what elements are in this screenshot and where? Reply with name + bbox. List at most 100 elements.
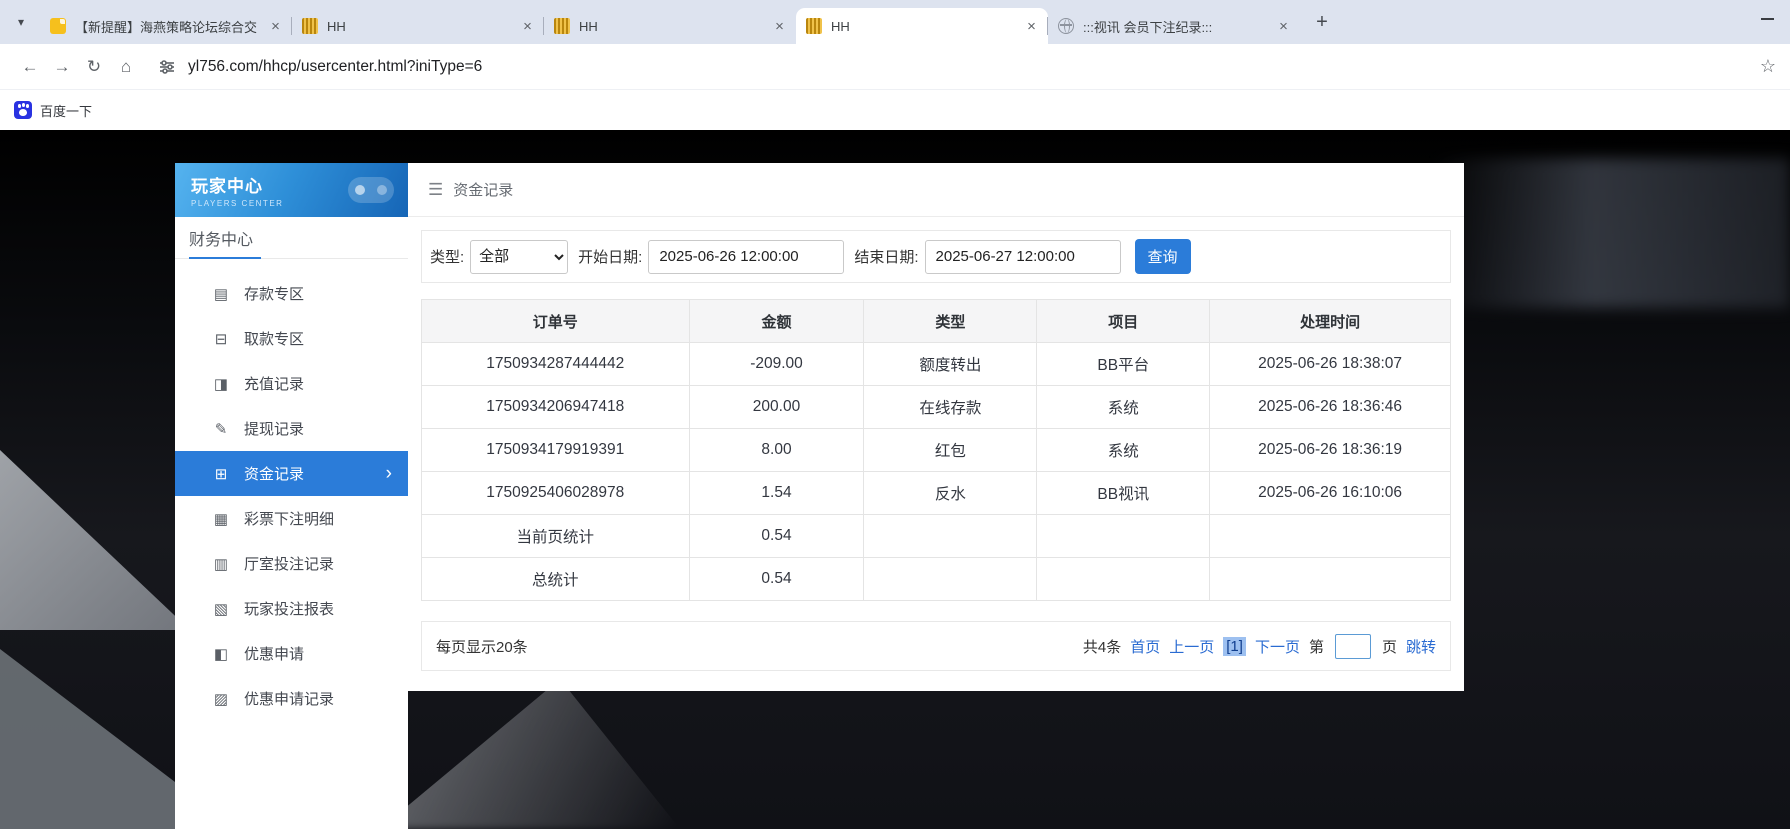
table-cell	[1037, 558, 1210, 601]
deposit-icon: ▤	[211, 285, 231, 303]
tab-close-icon[interactable]: ×	[267, 18, 284, 35]
type-select[interactable]: 全部	[470, 240, 568, 274]
tab-label: HH	[327, 19, 513, 34]
sidebar-item-hall-bet-record[interactable]: ▥厅室投注记录	[175, 541, 408, 586]
sidebar-item-recharge-record[interactable]: ◨ 充值记录	[175, 361, 408, 406]
browser-tab[interactable]: 【新提醒】海燕策略论坛综合交×	[40, 8, 292, 44]
table-row: 17509254060289781.54反水BB视讯2025-06-26 16:…	[422, 472, 1451, 515]
table-cell: 200.00	[689, 386, 864, 429]
browser-tab[interactable]: HH×	[796, 8, 1048, 44]
sidebar-item-withdraw-record[interactable]: ✎ 提现记录	[175, 406, 408, 451]
new-tab-button[interactable]: +	[1308, 8, 1336, 36]
sidebar-item-label: 彩票下注明细	[244, 508, 334, 529]
bookmark-star-icon[interactable]: ☆	[1760, 56, 1776, 77]
home-icon[interactable]: ⌂	[110, 57, 142, 77]
end-date-label: 结束日期:	[854, 246, 918, 267]
table-cell: 系统	[1037, 429, 1210, 472]
bookmark-label: 百度一下	[40, 101, 92, 120]
first-page-link[interactable]: 首页	[1130, 636, 1160, 657]
forward-icon[interactable]: →	[46, 57, 78, 77]
player-center-panel: 玩家中心 PLAYERS CENTER 财务中心 ▤存款专区⊟取款专区◨充值记录…	[175, 163, 1464, 829]
jump-button[interactable]: 跳转	[1406, 636, 1436, 657]
baidu-icon	[14, 101, 32, 119]
jump-suffix-label: 页	[1382, 636, 1397, 657]
sidebar-menu: ▤ 存款专区 ⊟ 取款专区 ◨ 充值记录 ✎ 提现记录 ⊞资金记录› ▦ 彩票下注明细 ▥厅室投注记录…	[175, 259, 408, 721]
table-header-cell: 订单号	[422, 300, 690, 343]
sidebar-item-label: 厅室投注记录	[244, 553, 334, 574]
end-date-input[interactable]	[925, 240, 1121, 274]
table-cell: 额度转出	[864, 343, 1037, 386]
filter-bar: 类型: 全部 开始日期: 结束日期: 查询	[421, 230, 1451, 283]
sidebar-item-label: 取款专区	[244, 328, 304, 349]
sidebar-item-label: 存款专区	[244, 283, 304, 304]
tab-search-button[interactable]: ▾	[8, 9, 34, 35]
tab-strip-tabs: 【新提醒】海燕策略论坛综合交×HH×HH×HH×:::视讯 会员下注纪录:::×	[40, 8, 1300, 44]
player-bet-report-icon: ▧	[211, 600, 231, 618]
table-cell	[1037, 515, 1210, 558]
table-row: 1750934287444442-209.00额度转出BB平台2025-06-2…	[422, 343, 1451, 386]
table-cell: 总统计	[422, 558, 690, 601]
gold-logo-icon	[302, 18, 318, 34]
url-text[interactable]: yl756.com/hhcp/usercenter.html?iniType=6	[188, 58, 482, 76]
start-date-input[interactable]	[648, 240, 844, 274]
table-cell: 2025-06-26 18:36:19	[1210, 429, 1451, 472]
sidebar-item-player-bet-report[interactable]: ▧玩家投注报表	[175, 586, 408, 631]
table-row: 17509341799193918.00红包系统2025-06-26 18:36…	[422, 429, 1451, 472]
sidebar-item-funds-record[interactable]: ⊞资金记录›	[175, 451, 408, 496]
pagination-bar: 每页显示20条 共4条 首页 上一页 [1] 下一页 第 页 跳转	[421, 621, 1451, 671]
total-count-label: 共4条	[1083, 636, 1121, 657]
sidebar-item-deposit[interactable]: ▤ 存款专区	[175, 271, 408, 316]
sidebar-item-label: 提现记录	[244, 418, 304, 439]
back-icon[interactable]: ←	[14, 57, 46, 77]
background-wedge	[0, 380, 190, 630]
search-button[interactable]: 查询	[1135, 239, 1191, 274]
sidebar-item-promo-apply-record[interactable]: ▨优惠申请记录	[175, 676, 408, 721]
recharge-record-icon: ◨	[211, 375, 231, 393]
prev-page-link[interactable]: 上一页	[1169, 636, 1214, 657]
table-cell: 1.54	[689, 472, 864, 515]
jump-prefix-label: 第	[1309, 636, 1324, 657]
gold-logo-icon	[806, 18, 822, 34]
funds-table: 订单号金额类型项目处理时间 1750934287444442-209.00额度转…	[421, 299, 1451, 601]
sidebar-item-lottery-bet-detail[interactable]: ▦ 彩票下注明细	[175, 496, 408, 541]
promo-apply-icon: ◧	[211, 645, 231, 663]
minimize-window-icon[interactable]	[1761, 18, 1774, 20]
table-cell: 2025-06-26 18:38:07	[1210, 343, 1451, 386]
table-cell: 当前页统计	[422, 515, 690, 558]
table-cell: 红包	[864, 429, 1037, 472]
table-cell	[1210, 515, 1451, 558]
background-streak	[1430, 158, 1790, 308]
address-bar: ← → ↻ ⌂ yl756.com/hhcp/usercenter.html?i…	[0, 44, 1790, 90]
sidebar-item-withdraw[interactable]: ⊟ 取款专区	[175, 316, 408, 361]
lottery-bet-detail-icon: ▦	[211, 510, 231, 528]
sidebar: 玩家中心 PLAYERS CENTER 财务中心 ▤存款专区⊟取款专区◨充值记录…	[175, 163, 408, 829]
tab-close-icon[interactable]: ×	[1023, 18, 1040, 35]
site-settings-icon[interactable]	[158, 58, 176, 76]
tab-close-icon[interactable]: ×	[771, 18, 788, 35]
sidebar-item-label: 充值记录	[244, 373, 304, 394]
table-cell: 反水	[864, 472, 1037, 515]
browser-tab[interactable]: :::视讯 会员下注纪录:::×	[1048, 8, 1300, 44]
bookmark-item[interactable]: 百度一下	[14, 101, 92, 120]
table-cell: -209.00	[689, 343, 864, 386]
tab-close-icon[interactable]: ×	[519, 18, 536, 35]
next-page-link[interactable]: 下一页	[1255, 636, 1300, 657]
globe-icon	[1058, 18, 1074, 34]
tab-close-icon[interactable]: ×	[1275, 18, 1292, 35]
table-cell: 1750934206947418	[422, 386, 690, 429]
browser-tab[interactable]: HH×	[544, 8, 796, 44]
table-row: 当前页统计0.54	[422, 515, 1451, 558]
table-cell: BB视讯	[1037, 472, 1210, 515]
sidebar-item-promo-apply[interactable]: ◧优惠申请	[175, 631, 408, 676]
browser-tab[interactable]: HH ×	[292, 8, 544, 44]
table-cell	[1210, 558, 1451, 601]
reload-icon[interactable]: ↻	[78, 57, 110, 77]
jump-page-input[interactable]	[1335, 634, 1371, 659]
table-cell: 0.54	[689, 515, 864, 558]
withdraw-icon: ⊟	[211, 330, 231, 348]
withdraw-record-icon: ✎	[211, 420, 231, 438]
table-cell: 1750934179919391	[422, 429, 690, 472]
gamepad-icon	[348, 177, 394, 203]
bookmarks-bar: 百度一下	[0, 90, 1790, 130]
page-background: 玩家中心 PLAYERS CENTER 财务中心 ▤存款专区⊟取款专区◨充值记录…	[0, 130, 1790, 829]
